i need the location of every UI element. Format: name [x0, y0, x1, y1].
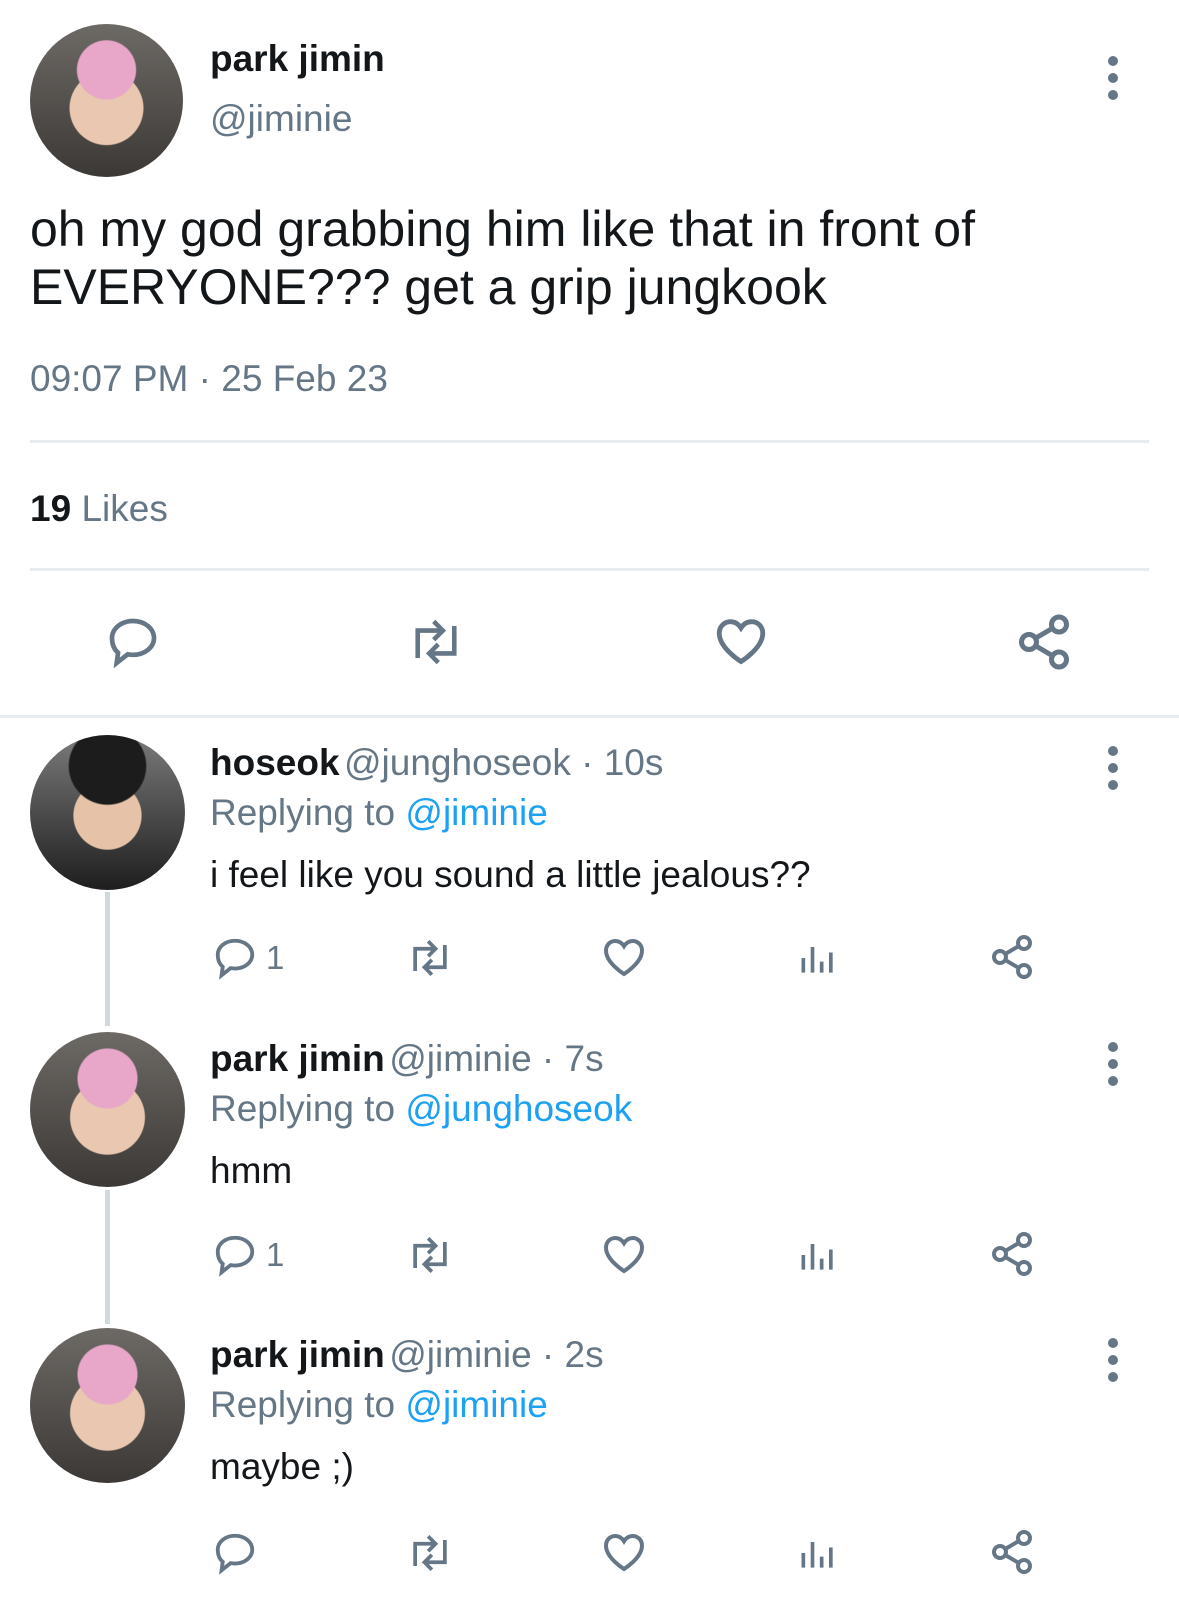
replying-prefix: Replying to: [210, 1384, 396, 1425]
share-icon[interactable]: [988, 933, 1036, 981]
avatar[interactable]: [30, 735, 185, 890]
reply-count: 1: [266, 939, 285, 976]
divider: [0, 715, 1179, 718]
retweet-icon[interactable]: [404, 614, 468, 670]
replying-to-link[interactable]: @jiminie: [405, 1384, 547, 1425]
share-icon[interactable]: [988, 1230, 1036, 1278]
tweet-time: 09:07 PM: [30, 358, 189, 399]
like-icon[interactable]: [600, 933, 648, 981]
avatar[interactable]: [30, 24, 183, 177]
divider: [30, 568, 1149, 571]
reply-icon[interactable]: [105, 614, 161, 670]
reply-author-name[interactable]: park jimin: [210, 1038, 385, 1079]
analytics-icon[interactable]: [796, 935, 840, 981]
reply-icon: [215, 1533, 255, 1575]
retweet-icon[interactable]: [404, 1530, 456, 1576]
separator: ·: [198, 358, 211, 399]
more-icon[interactable]: [1108, 746, 1118, 797]
more-icon[interactable]: [1108, 1042, 1118, 1093]
analytics-icon[interactable]: [796, 1232, 840, 1278]
retweet-icon[interactable]: [404, 1232, 456, 1278]
reply-text: maybe ;): [210, 1446, 354, 1487]
divider: [30, 440, 1149, 443]
replying-to: Replying to @jiminie: [210, 1384, 548, 1426]
reply-handle-time[interactable]: @junghoseok · 10s: [344, 742, 663, 783]
reply-button[interactable]: 1: [212, 1232, 284, 1278]
share-icon[interactable]: [1014, 612, 1074, 672]
tweet-date: 25 Feb 23: [221, 358, 388, 399]
share-icon[interactable]: [988, 1528, 1036, 1576]
avatar[interactable]: [30, 1032, 185, 1187]
retweet-icon[interactable]: [404, 935, 456, 981]
reply-header: park jimin @jiminie · 7s: [210, 1038, 604, 1080]
more-icon[interactable]: [1108, 1338, 1118, 1389]
thread-line: [105, 1190, 110, 1324]
avatar[interactable]: [30, 1328, 185, 1483]
reply-count: 1: [266, 1236, 285, 1273]
tweet-timestamp: 09:07 PM · 25 Feb 23: [30, 358, 388, 400]
reply-handle-time[interactable]: @jiminie · 2s: [389, 1334, 603, 1375]
author-name[interactable]: park jimin: [210, 38, 385, 80]
reply-author-name[interactable]: hoseok: [210, 742, 340, 783]
more-icon[interactable]: [1108, 56, 1118, 107]
like-icon[interactable]: [600, 1528, 648, 1576]
tweet-text-line: EVERYONE??? get a grip jungkook: [30, 259, 827, 315]
likes-stat[interactable]: 19 Likes: [30, 488, 168, 530]
thread-line: [105, 892, 110, 1026]
reply-header: hoseok @junghoseok · 10s: [210, 742, 663, 784]
tweet-text-line: oh my god grabbing him like that in fron…: [30, 201, 975, 257]
like-icon[interactable]: [712, 612, 770, 670]
reply-button[interactable]: [212, 1530, 266, 1576]
reply-button[interactable]: 1: [212, 935, 284, 981]
replying-prefix: Replying to: [210, 1088, 396, 1129]
like-icon[interactable]: [600, 1230, 648, 1278]
reply-icon: [215, 938, 255, 980]
likes-label: Likes: [81, 488, 168, 529]
replying-to: Replying to @junghoseok: [210, 1088, 632, 1130]
reply-author-name[interactable]: park jimin: [210, 1334, 385, 1375]
tweet-text: oh my god grabbing him like that in fron…: [30, 200, 975, 316]
reply-text: hmm: [210, 1150, 293, 1191]
reply-header: park jimin @jiminie · 2s: [210, 1334, 604, 1376]
analytics-icon[interactable]: [796, 1530, 840, 1576]
likes-count: 19: [30, 488, 72, 529]
reply-icon: [215, 1235, 255, 1277]
replying-to: Replying to @jiminie: [210, 792, 548, 834]
replying-to-link[interactable]: @jiminie: [405, 792, 547, 833]
reply-text: i feel like you sound a little jealous??: [210, 854, 811, 895]
replying-to-link[interactable]: @junghoseok: [405, 1088, 632, 1129]
author-handle[interactable]: @jiminie: [210, 98, 352, 140]
replying-prefix: Replying to: [210, 792, 396, 833]
reply-handle-time[interactable]: @jiminie · 7s: [389, 1038, 603, 1079]
